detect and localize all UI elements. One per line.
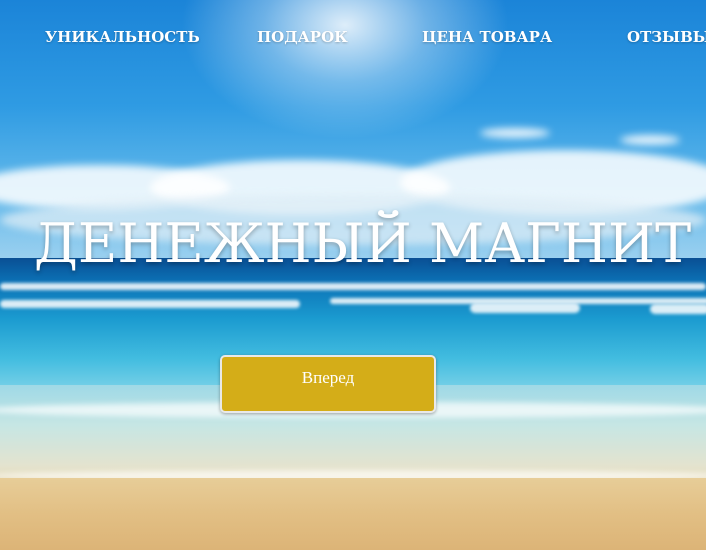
beach-background <box>0 0 706 550</box>
wave <box>0 300 300 308</box>
forward-button-label: Вперед <box>301 368 355 387</box>
wave <box>650 304 706 314</box>
hero-title: ДЕНЕЖНЫЙ МАГНИТ <box>34 212 692 275</box>
sand <box>0 478 706 550</box>
forward-button[interactable]: Вперед <box>220 355 436 413</box>
cloud <box>480 128 550 138</box>
nav-link-uniqueness[interactable]: УНИКАЛЬНОСТЬ <box>45 28 200 46</box>
cloud <box>620 135 680 145</box>
nav-link-gift[interactable]: ПОДАРОК <box>257 28 348 46</box>
wave <box>0 283 706 290</box>
nav-link-reviews[interactable]: ОТЗЫВЫ <box>627 28 706 46</box>
top-nav: УНИКАЛЬНОСТЬ ПОДАРОК ЦЕНА ТОВАРА ОТЗЫВЫ <box>0 28 706 50</box>
nav-link-price[interactable]: ЦЕНА ТОВАРА <box>422 28 552 46</box>
wave <box>470 303 580 313</box>
